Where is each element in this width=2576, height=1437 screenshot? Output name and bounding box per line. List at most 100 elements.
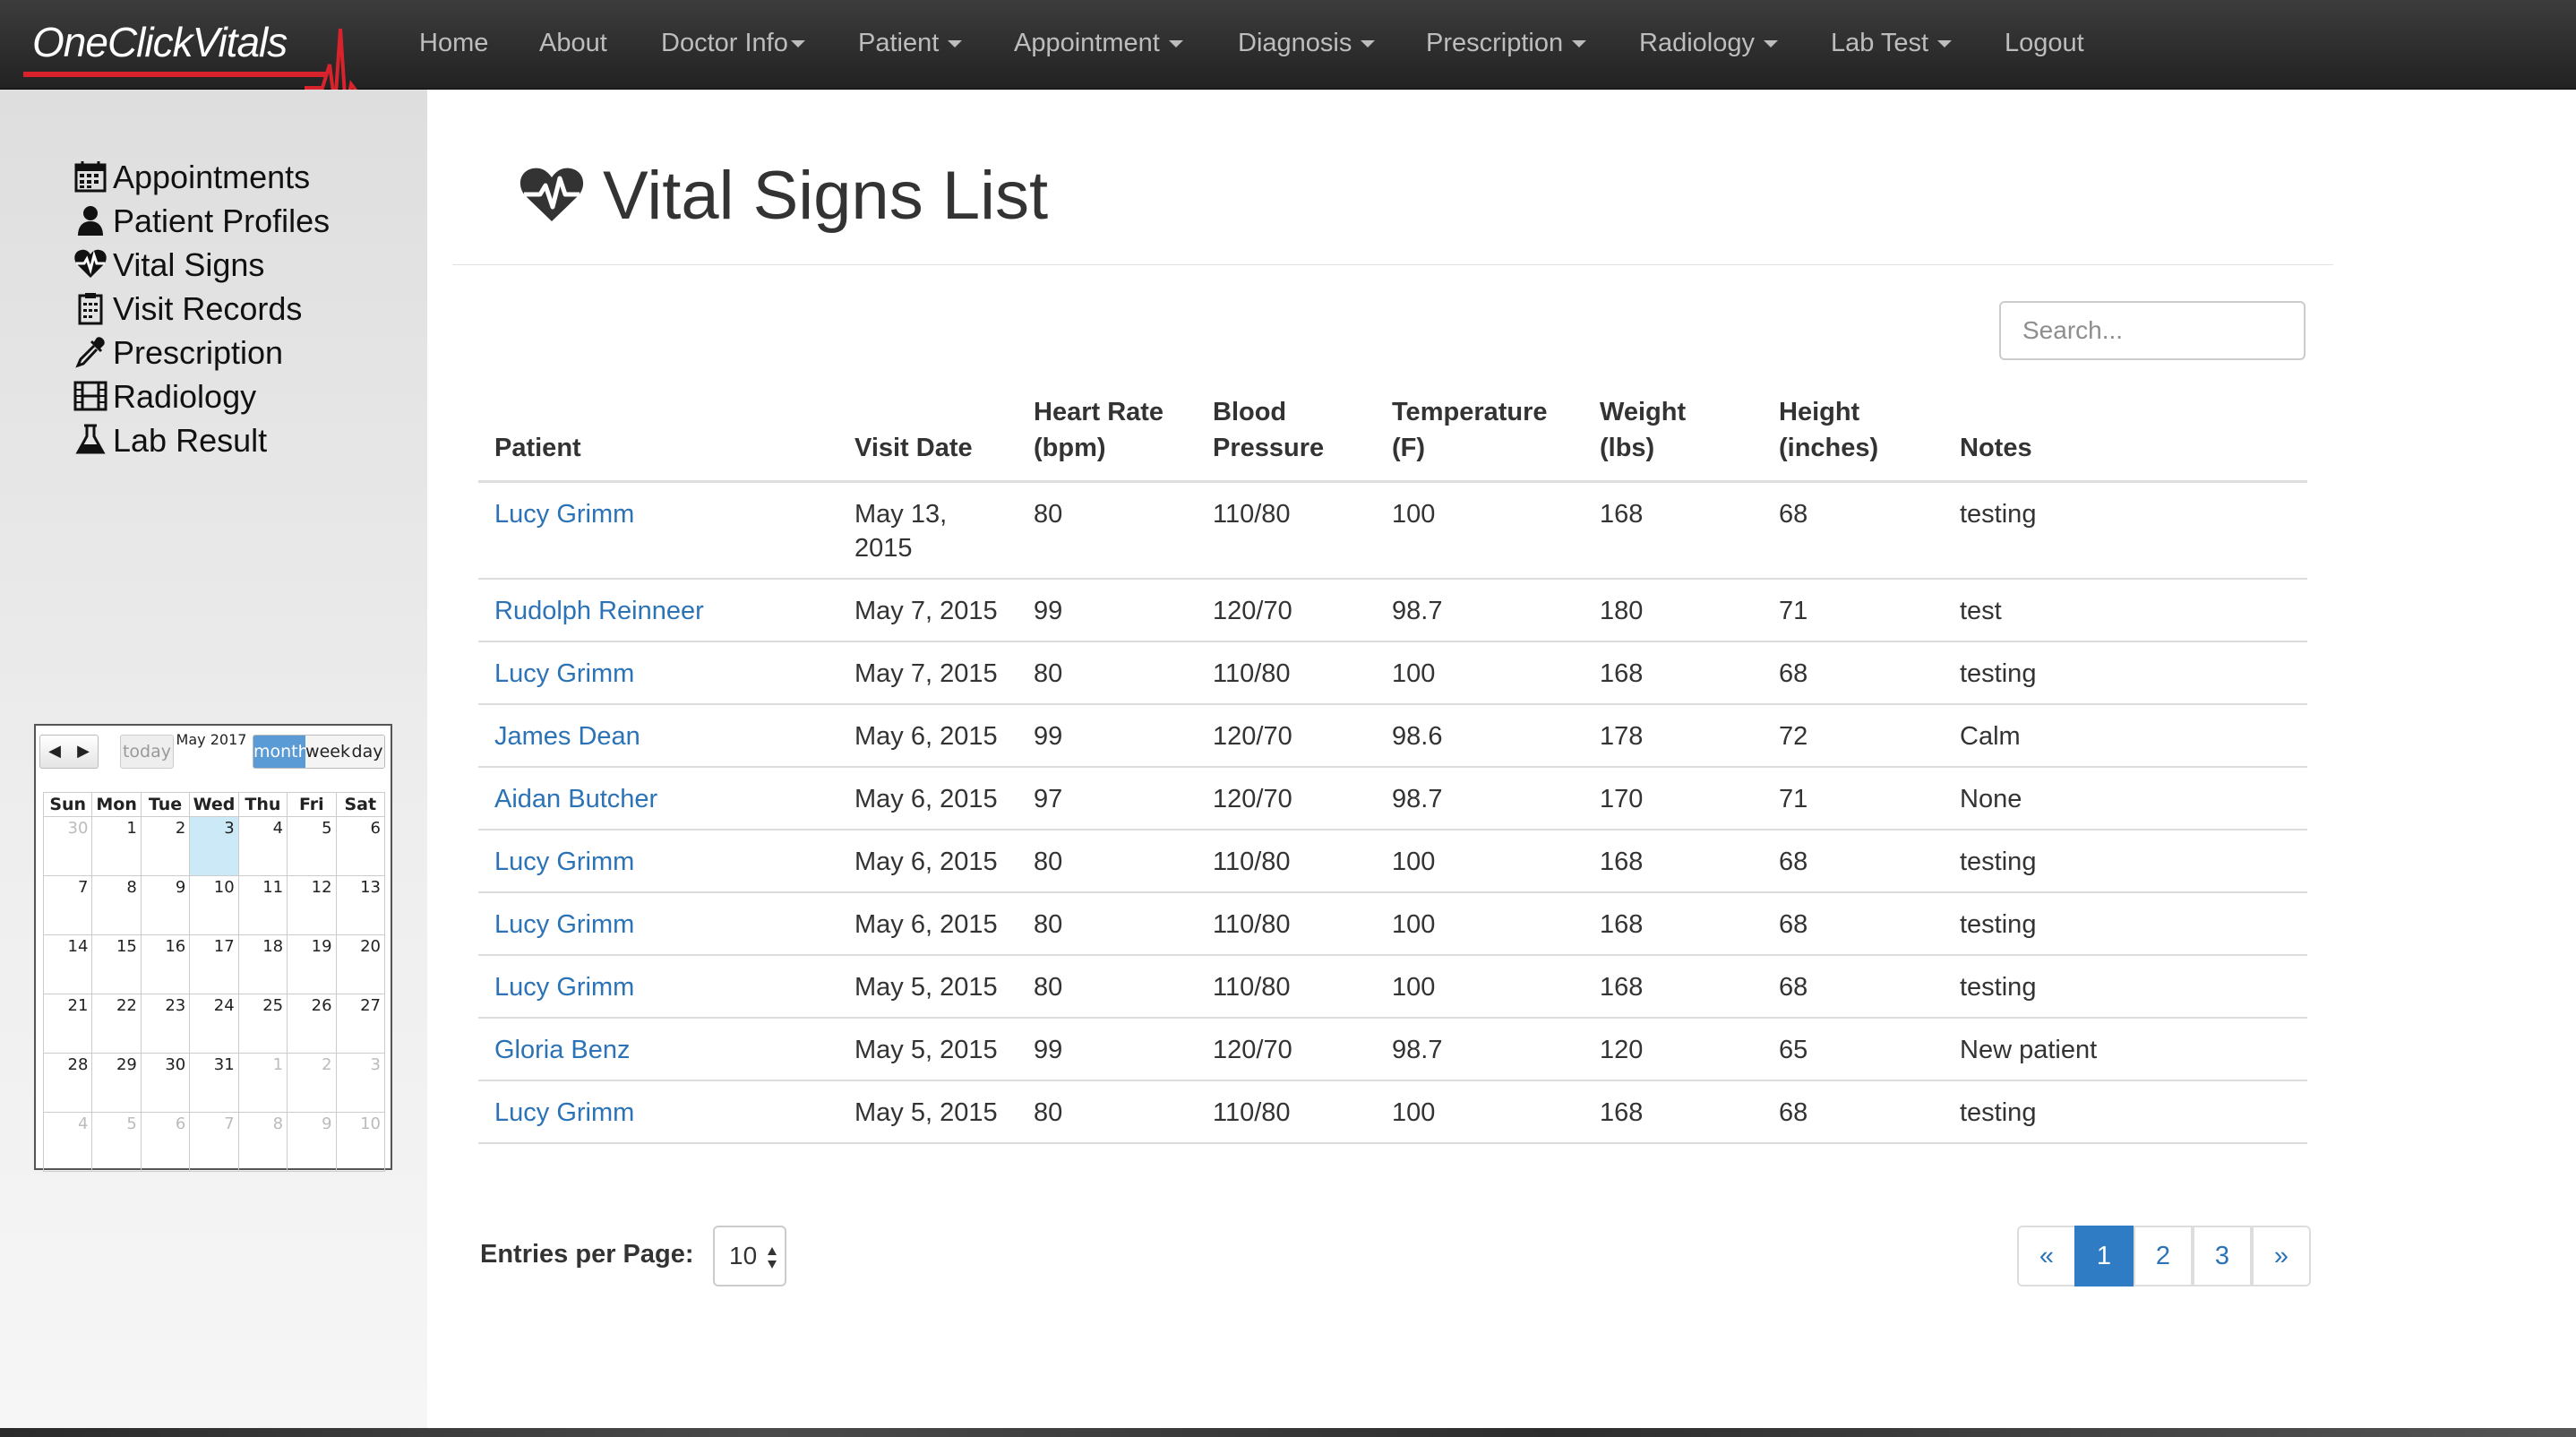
calendar-prev-button[interactable]: ◀ [40,736,69,768]
calendar-day[interactable]: 30 [42,816,93,876]
calendar-day[interactable]: 27 [335,994,386,1054]
patient-link[interactable]: Lucy Grimm [494,910,634,939]
sidebar-item-lab-result[interactable]: Lab Result [73,414,267,468]
cell-bp: 110/80 [1197,892,1376,956]
nav-about[interactable]: About [539,0,607,89]
pagination-page-2[interactable]: 2 [2134,1226,2193,1286]
sidebar-item-label: Radiology [113,378,257,415]
calendar-day-today[interactable]: 3 [189,816,239,876]
calendar-day[interactable]: 8 [91,875,142,935]
calendar-day[interactable]: 23 [140,994,191,1054]
pagination-page-1[interactable]: 1 [2074,1226,2134,1286]
calendar-day[interactable]: 16 [140,934,191,994]
calendar-day[interactable]: 9 [140,875,191,935]
calendar-day[interactable]: 7 [189,1112,239,1172]
calendar-day[interactable]: 22 [91,994,142,1054]
calendar-day[interactable]: 4 [42,1112,93,1172]
cell-bp: 110/80 [1197,830,1376,893]
calendar-day[interactable]: 6 [140,1112,191,1172]
calendar-today-button[interactable]: today [120,735,174,769]
calendar-day[interactable]: 17 [189,934,239,994]
patient-link[interactable]: Gloria Benz [494,1036,631,1064]
nav-diagnosis[interactable]: Diagnosis [1238,0,1376,89]
patient-link[interactable]: Lucy Grimm [494,659,634,688]
nav-label: Diagnosis [1238,29,1352,57]
calendar-day[interactable]: 13 [335,875,386,935]
calendar-next-button[interactable]: ▶ [69,736,98,768]
calendar-day[interactable]: 10 [335,1112,386,1172]
nav-label: Home [419,29,489,57]
nav-lab-test[interactable]: Lab Test [1831,0,1953,89]
calendar-day[interactable]: 10 [189,875,239,935]
heartbeat-icon [519,168,584,221]
caret-down-icon [1572,40,1587,48]
pagination-prev-button[interactable]: « [2017,1226,2076,1286]
mini-calendar: ◀ ▶ today May 2017 month week day Sun Mon… [34,724,392,1172]
calendar-day[interactable]: 2 [140,816,191,876]
calendar-day[interactable]: 1 [237,1053,288,1113]
calendar-day[interactable]: 15 [91,934,142,994]
entries-per-page-select[interactable]: 10 [713,1226,786,1286]
calendar-month-view-button[interactable]: month [253,736,309,768]
cell-date: May 7, 2015 [838,579,1018,642]
pagination-next-button[interactable]: » [2252,1226,2311,1286]
calendar-day[interactable]: 12 [287,875,337,935]
nav-prescription[interactable]: Prescription [1426,0,1587,89]
patient-link[interactable]: Lucy Grimm [494,500,634,529]
calendar-day-view-button[interactable]: day [350,736,384,768]
pagination-page-3[interactable]: 3 [2193,1226,2252,1286]
cell-patient: Lucy Grimm [478,830,838,893]
nav-doctor-info[interactable]: Doctor Info [661,0,805,89]
patient-link[interactable]: Rudolph Reinneer [494,597,704,625]
calendar-day[interactable]: 24 [189,994,239,1054]
search-input[interactable] [1999,301,2306,360]
cell-notes: New patient [1944,1018,2307,1081]
calendar-day[interactable]: 30 [140,1053,191,1113]
calendar-day[interactable]: 4 [237,816,288,876]
calendar-day[interactable]: 11 [237,875,288,935]
nav-radiology[interactable]: Radiology [1639,0,1778,89]
cell-height: 68 [1763,481,1944,580]
cell-temp: 98.6 [1376,704,1584,768]
calendar-day[interactable]: 21 [42,994,93,1054]
cell-bp: 120/70 [1197,767,1376,830]
calendar-day[interactable]: 5 [91,1112,142,1172]
cell-notes: testing [1944,1080,2307,1144]
nav-logout[interactable]: Logout [2005,0,2084,89]
calendar-day[interactable]: 29 [91,1053,142,1113]
page-title: Vital Signs List [603,158,1049,234]
calendar-day[interactable]: 6 [335,816,386,876]
nav-appointment[interactable]: Appointment [1014,0,1183,89]
calendar-day[interactable]: 9 [287,1112,337,1172]
patient-link[interactable]: Lucy Grimm [494,848,634,876]
calendar-day[interactable]: 14 [42,934,93,994]
patient-link[interactable]: Lucy Grimm [494,1098,634,1127]
nav-home[interactable]: Home [419,0,488,89]
calendar-day[interactable]: 28 [42,1053,93,1113]
cell-date: May 6, 2015 [838,767,1018,830]
calendar-day[interactable]: 3 [335,1053,386,1113]
brand-logo[interactable]: OneClickVitals [32,18,288,66]
table-row: Lucy Grimm May 5, 2015 80 110/80 100 168 68 tes… [478,955,2307,1019]
patient-link[interactable]: James Dean [494,722,640,751]
cell-date: May 6, 2015 [838,830,1018,893]
calendar-day[interactable]: 2 [287,1053,337,1113]
patient-link[interactable]: Lucy Grimm [494,973,634,1002]
calendar-day[interactable]: 20 [335,934,386,994]
calendar-day[interactable]: 19 [287,934,337,994]
calendar-day[interactable]: 25 [237,994,288,1054]
table-row: James Dean May 6, 2015 99 120/70 98.6 178 72 Ca… [478,704,2307,768]
calendar-day[interactable]: 8 [237,1112,288,1172]
patient-link[interactable]: Aidan Butcher [494,785,657,813]
calendar-day[interactable]: 31 [189,1053,239,1113]
calendar-day[interactable]: 1 [91,816,142,876]
nav-patient[interactable]: Patient [858,0,963,89]
column-header-line: Weight (lbs) [1600,398,1687,462]
calendar-day[interactable]: 18 [237,934,288,994]
calendar-week-view-button[interactable]: week [305,736,350,768]
calendar-day[interactable]: 26 [287,994,337,1054]
calendar-day[interactable]: 7 [42,875,93,935]
calendar-day[interactable]: 5 [287,816,337,876]
cell-patient: Aidan Butcher [478,767,838,830]
calendar-week-row: 30 1 2 3 4 5 6 [42,816,386,876]
